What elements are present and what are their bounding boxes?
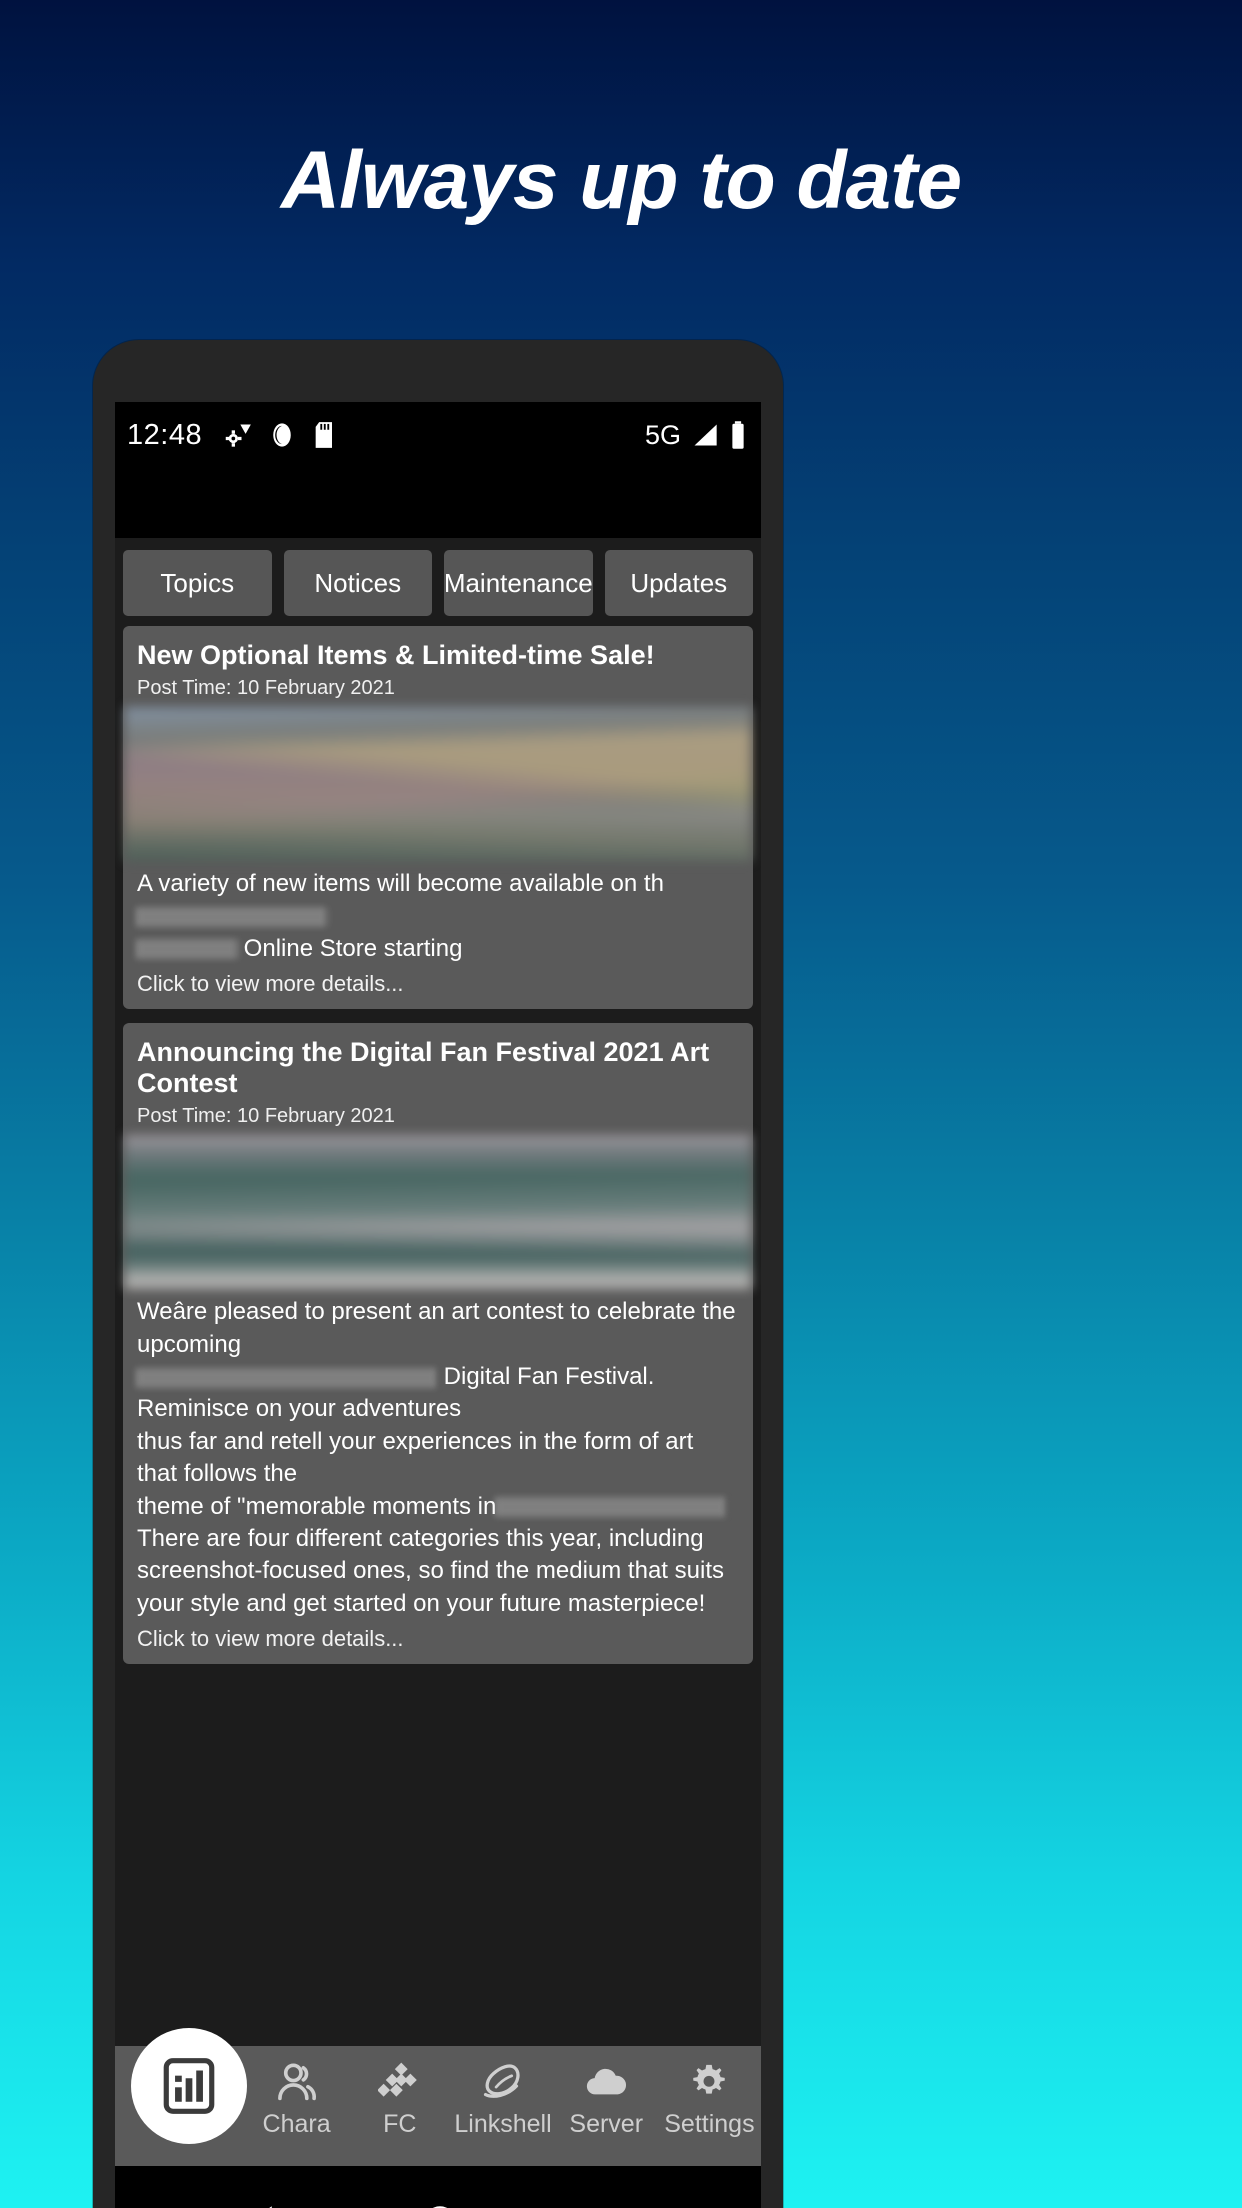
battery-icon [732, 421, 744, 449]
signal-icon [694, 424, 717, 446]
news-card-body-text: A variety of new items will become avail… [137, 870, 664, 898]
bottom-navigation: Chara FC Linkshell Server Settings [115, 2028, 761, 2166]
nav-settings[interactable]: Settings [658, 2062, 761, 2139]
conch-shell-icon [483, 2064, 520, 2098]
nav-fc[interactable]: FC [348, 2062, 451, 2139]
status-bar-left-icons [224, 421, 338, 449]
nav-linkshell[interactable]: Linkshell [451, 2062, 554, 2139]
status-bar: 12:48 5G [115, 402, 761, 468]
tab-label: Notices [314, 567, 402, 598]
news-card-thumbnail [124, 707, 752, 862]
news-card[interactable]: New Optional Items & Limited-time Sale! … [123, 626, 753, 1010]
redacted-text [137, 1367, 437, 1388]
phone-screen: 12:48 5G Topics Notices Maintenance Upda… [115, 402, 761, 2208]
news-card-body-text: Online Store starting [243, 934, 463, 962]
bottom-nav-items: Chara FC Linkshell Server Settings [245, 2062, 761, 2139]
nav-server[interactable]: Server [555, 2062, 658, 2139]
nav-label: FC [383, 2110, 417, 2138]
news-card-thumbnail [124, 1135, 752, 1290]
nav-label: Chara [262, 2110, 331, 2138]
tab-notices[interactable]: Notices [283, 550, 432, 616]
network-type-label: 5G [644, 419, 681, 450]
news-card-more-link[interactable]: Click to view more details... [137, 1626, 739, 1660]
settings-sync-icon [225, 424, 251, 447]
sd-card-icon [315, 422, 333, 448]
back-icon[interactable] [242, 2201, 284, 2208]
app-content: Topics Notices Maintenance Updates New O… [115, 538, 761, 2208]
tab-maintenance[interactable]: Maintenance [444, 550, 593, 616]
news-card-body: Weâre pleased to present an art contest … [137, 1296, 739, 1620]
news-card-body-text: There are four [137, 1525, 290, 1553]
redacted-text [496, 1497, 727, 1518]
phone-mockup: 12:48 5G Topics Notices Maintenance Upda… [93, 340, 783, 2208]
news-chart-icon [163, 2058, 215, 2114]
tab-updates[interactable]: Updates [604, 550, 753, 616]
top-black-area [115, 468, 761, 538]
nav-label: Server [569, 2110, 644, 2138]
news-card-more-link[interactable]: Click to view more details... [137, 971, 739, 1005]
promo-headline: Always up to date [280, 135, 962, 226]
redacted-text [137, 907, 327, 928]
news-card-title: New Optional Items & Limited-time Sale! [137, 640, 655, 670]
recents-icon[interactable] [596, 2203, 634, 2208]
gear-icon [693, 2064, 726, 2094]
people-icon [277, 2063, 316, 2101]
news-card-timestamp: Post Time: 10 February 2021 [137, 1105, 395, 1128]
news-card-timestamp: Post Time: 10 February 2021 [137, 677, 395, 700]
news-fab-button[interactable] [131, 2028, 247, 2144]
news-card[interactable]: Announcing the Digital Fan Festival 2021… [123, 1023, 753, 1665]
nav-label: Settings [664, 2110, 755, 2138]
redacted-text [137, 939, 237, 960]
android-soft-keys [115, 2166, 761, 2208]
news-card-body-text: theme of "memorable moments in [137, 1492, 497, 1520]
nav-label: Linkshell [454, 2110, 552, 2138]
home-icon[interactable] [419, 2201, 461, 2208]
status-bar-time: 12:48 [127, 418, 203, 451]
news-card-body-text: thus far and retell your experiences in … [137, 1427, 694, 1488]
tab-label: Maintenance [444, 567, 593, 598]
tab-topics[interactable]: Topics [123, 550, 272, 616]
status-bar-right-icons: 5G [645, 420, 747, 451]
nav-chara[interactable]: Chara [245, 2062, 348, 2139]
news-feed[interactable]: New Optional Items & Limited-time Sale! … [115, 626, 761, 2046]
cloud-icon [587, 2068, 627, 2095]
tab-label: Topics [160, 567, 235, 598]
diamonds-icon [377, 2062, 417, 2097]
moon-icon [273, 423, 291, 447]
tab-bar: Topics Notices Maintenance Updates [115, 538, 761, 626]
news-card-body: A variety of new items will become avail… [137, 868, 739, 965]
news-card-title: Announcing the Digital Fan Festival 2021… [137, 1037, 710, 1099]
tab-label: Updates [630, 567, 728, 598]
news-card-body-text: Weâre pleased to present an art contest … [137, 1298, 736, 1358]
